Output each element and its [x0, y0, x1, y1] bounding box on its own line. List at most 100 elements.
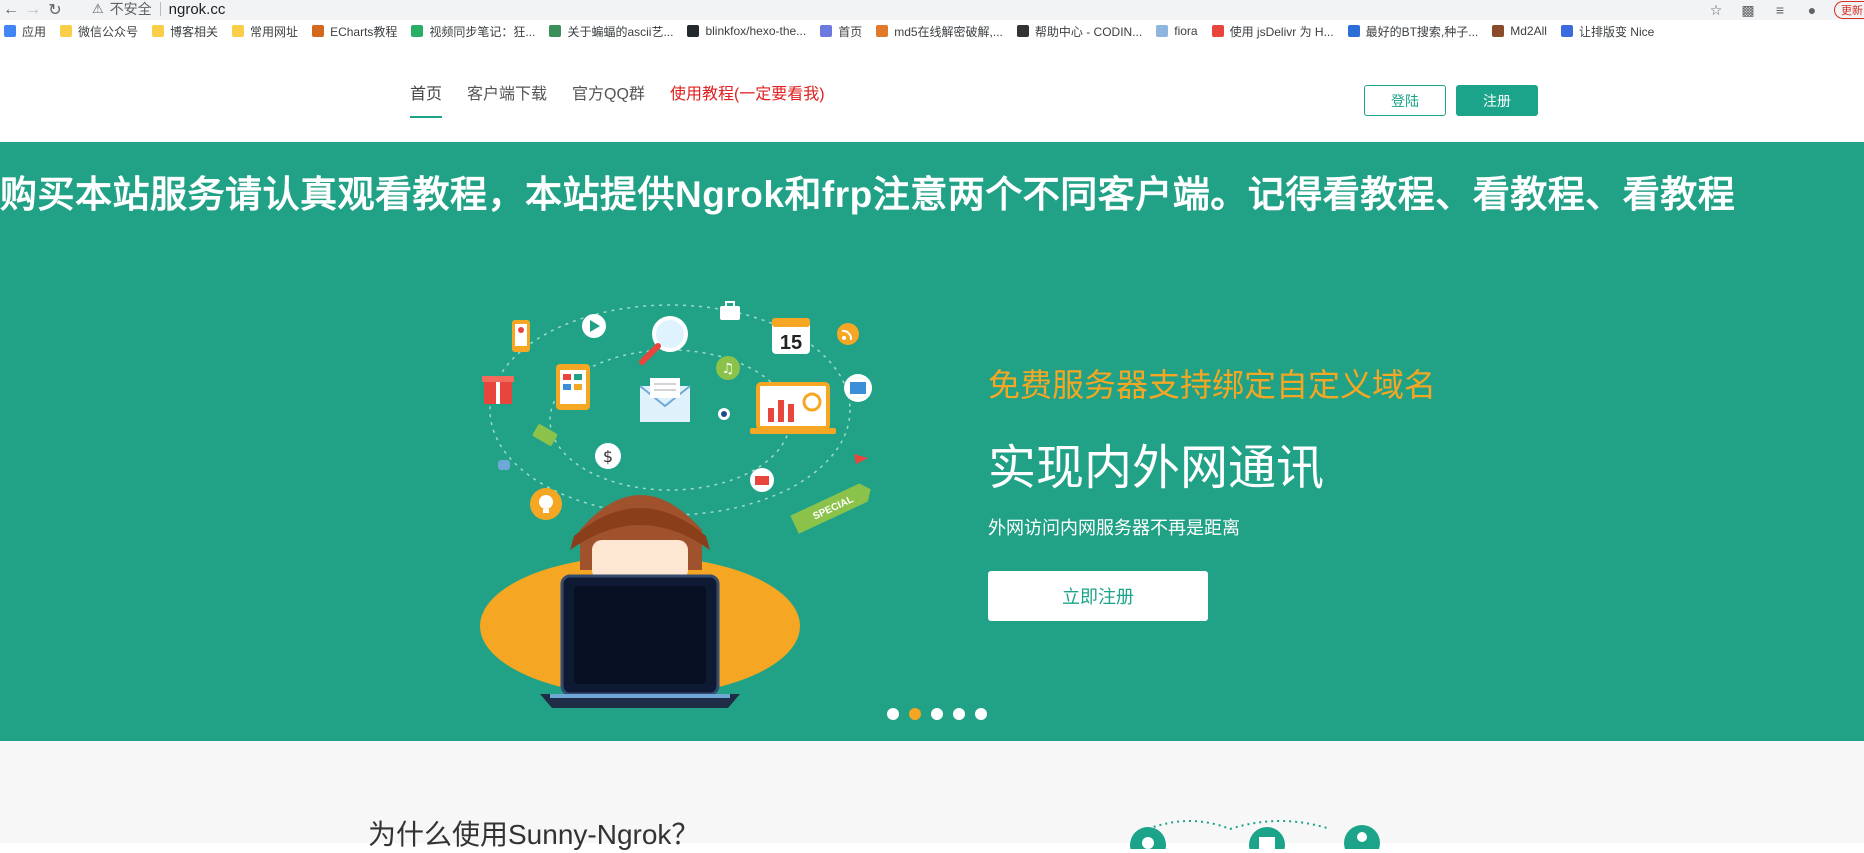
- bookmark-item[interactable]: blinkfox/hexo-the...: [687, 24, 806, 38]
- bookmark-label: 使用 jsDelivr 为 H...: [1229, 24, 1334, 39]
- location-pin-icon: [718, 408, 730, 420]
- svg-text:$: $: [603, 447, 613, 466]
- bookmark-item[interactable]: ECharts教程: [312, 23, 397, 40]
- bookmark-label: 应用: [22, 24, 47, 39]
- bookmark-item[interactable]: 使用 jsDelivr 为 H...: [1211, 23, 1334, 40]
- nav-item-qq-group[interactable]: 官方QQ群: [572, 72, 645, 112]
- bookmark-item[interactable]: Md2All: [1492, 24, 1547, 38]
- envelope-icon: [639, 378, 691, 422]
- carousel-dot-1[interactable]: [887, 708, 899, 720]
- bookmark-label: fiora: [1174, 24, 1198, 38]
- special-badge-icon: SPECIAL: [790, 483, 871, 534]
- back-arrow-icon[interactable]: ←: [0, 0, 22, 20]
- bookmark-label: md5在线解密破解,...: [894, 24, 1003, 39]
- bookmark-item[interactable]: 首页: [820, 23, 862, 40]
- slide-content: 免费服务器支持绑定自定义域名 实现内外网通讯 外网访问内网服务器不再是距离: [988, 360, 1436, 540]
- nav-item-client-download[interactable]: 客户端下载: [467, 72, 547, 112]
- bookmark-label: 最好的BT搜索,种子...: [1365, 24, 1479, 39]
- bt-icon: [1347, 25, 1360, 37]
- security-label[interactable]: 不安全: [110, 0, 152, 19]
- carousel-dot-3[interactable]: [931, 708, 943, 720]
- main-nav: 首页 客户端下载 官方QQ群 使用教程(一定要看我): [410, 42, 850, 142]
- carousel-dot-4[interactable]: [953, 708, 965, 720]
- echarts-icon: [312, 25, 325, 37]
- bookmark-item[interactable]: fiora: [1156, 24, 1198, 38]
- reload-icon[interactable]: ↻: [44, 0, 66, 20]
- feature-users-head: [1357, 832, 1367, 842]
- reading-list-icon[interactable]: ≡: [1770, 0, 1790, 20]
- register-button[interactable]: 注册: [1456, 85, 1538, 116]
- register-now-button[interactable]: 立即注册: [988, 571, 1208, 621]
- slide-title: 实现内外网通讯: [988, 442, 1325, 495]
- bookmark-label: 常用网址: [250, 24, 299, 39]
- briefcase-icon: [720, 301, 740, 320]
- c-logo-icon: [1211, 25, 1224, 37]
- tag-icon: [532, 424, 558, 446]
- lightbulb-icon: [530, 488, 562, 520]
- bird-icon: [854, 454, 868, 464]
- why-section: 为什么使用Sunny-Ngrok？: [0, 741, 1864, 850]
- mail-badge-icon: [844, 374, 872, 402]
- play-icon: [582, 314, 606, 338]
- warning-icon[interactable]: ⚠: [92, 1, 104, 17]
- carousel-dot-2[interactable]: [909, 708, 921, 720]
- bookmark-item[interactable]: 最好的BT搜索,种子...: [1347, 23, 1479, 40]
- carousel-dots: [887, 708, 987, 720]
- music-icon: ♫: [716, 356, 740, 380]
- nav-item-home[interactable]: 首页: [410, 72, 443, 118]
- folder-icon: [60, 25, 73, 37]
- profile-icon[interactable]: ●: [1802, 0, 1822, 20]
- coding-icon: [1016, 25, 1029, 37]
- bookmark-label: Md2All: [1510, 24, 1547, 38]
- hero-illustration: 15 ♫ $ SPECIAL: [480, 301, 872, 708]
- extensions-puzzle-icon[interactable]: ▩: [1738, 0, 1758, 20]
- laptop-illustration: [540, 574, 740, 708]
- bookmark-item[interactable]: 微信公众号: [60, 23, 138, 40]
- shop-icon: [750, 468, 774, 492]
- bookmark-label: 视频同步笔记：狂...: [429, 24, 536, 39]
- toolbar-actions: ☆ ▩ ≡ ● 更新: [1706, 0, 1864, 20]
- star-icon[interactable]: ☆: [1706, 0, 1726, 20]
- bookmark-label: 首页: [838, 24, 863, 39]
- bookmark-item[interactable]: 帮助中心 - CODIN...: [1016, 23, 1143, 40]
- bookmark-label: 博客相关: [170, 24, 219, 39]
- section-title: 为什么使用Sunny-Ngrok？: [368, 819, 700, 850]
- bookmark-label: 帮助中心 - CODIN...: [1034, 24, 1143, 39]
- login-button[interactable]: 登陆: [1364, 85, 1446, 116]
- bookmark-label: 关于蝙蝠的ascii艺...: [567, 24, 674, 39]
- carousel-dot-5[interactable]: [975, 708, 987, 720]
- dollar-icon: $: [595, 443, 621, 469]
- svg-text:♫: ♫: [722, 361, 735, 377]
- nav-item-tutorial[interactable]: 使用教程(一定要看我): [670, 72, 825, 112]
- bookmark-item[interactable]: 常用网址: [232, 23, 298, 40]
- forward-arrow-icon[interactable]: →: [22, 0, 44, 20]
- bookmark-item[interactable]: md5在线解密破解,...: [876, 23, 1003, 40]
- bookmarks-bar: 应用 微信公众号 博客相关 常用网址 ECharts教程 视频同步笔记：狂... 关于蝙蝠的…: [0, 20, 1864, 42]
- bookmark-label: blinkfox/hexo-the...: [705, 24, 807, 38]
- nice-icon: [1560, 25, 1573, 37]
- site-header: 首页 客户端下载 官方QQ群 使用教程(一定要看我): [0, 42, 1864, 143]
- feature-eye-pupil: [1142, 837, 1154, 849]
- bookmark-label: 微信公众号: [78, 24, 139, 39]
- md5-icon: [876, 25, 889, 37]
- tablet-icon: [556, 364, 590, 410]
- bookmark-item[interactable]: 视频同步笔记：狂...: [411, 23, 535, 40]
- laptop-chart-icon: [750, 382, 836, 434]
- gift-icon: [482, 376, 514, 404]
- address-divider: [159, 2, 161, 16]
- bookmark-item[interactable]: 博客相关: [152, 23, 218, 40]
- bookmark-item[interactable]: 关于蝙蝠的ascii艺...: [549, 23, 673, 40]
- bookmark-item[interactable]: 让排版变 Nice: [1560, 23, 1654, 40]
- md2all-icon: [1492, 25, 1505, 37]
- apps-grid-icon: [4, 25, 16, 37]
- url-text[interactable]: ngrok.cc: [169, 1, 226, 18]
- slide-description: 外网访问内网服务器不再是距离: [988, 518, 1240, 538]
- feature-briefcase-shape: [1259, 837, 1275, 849]
- bookmark-label: ECharts教程: [330, 24, 398, 39]
- feature-icons: [1130, 820, 1380, 849]
- avatar-icon: [1156, 25, 1169, 37]
- update-button[interactable]: 更新: [1834, 1, 1864, 19]
- folder-icon: [232, 25, 245, 37]
- address-bar[interactable]: ⚠ 不安全 ngrok.cc: [92, 0, 225, 18]
- bookmark-item[interactable]: 应用: [4, 23, 46, 40]
